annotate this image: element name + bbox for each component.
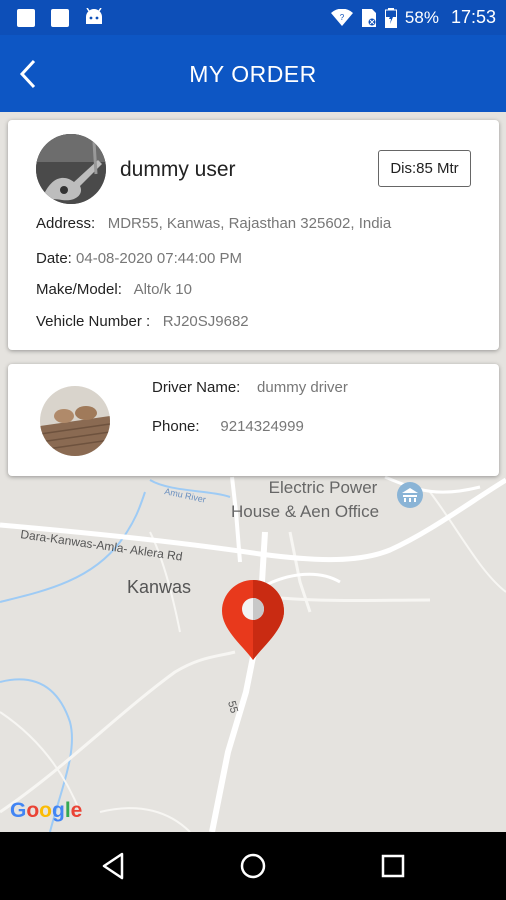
customer-name: dummy user [120,158,236,181]
date-value: 04-08-2020 07:44:00 PM [76,250,242,267]
driver-name-value: dummy driver [257,379,348,396]
notification-square-icon [17,9,35,27]
vehicle-number-value: RJ20SJ9682 [162,313,249,330]
wifi-icon: ? [330,8,353,26]
make-model-label: Make/Model: [36,281,122,298]
driver-card: Driver Name: dummy driver Phone: 9214324… [8,364,499,476]
poi-label-line2: House & Aen Office [231,502,379,521]
bank-poi-icon[interactable] [397,482,423,508]
address-label: Address: [36,215,96,232]
date-row: Date: 04-08-2020 07:44:00 PM [36,250,242,267]
town-label: Kanwas [127,577,191,597]
driver-name-row: Driver Name: dummy driver [152,379,348,396]
android-icon [86,8,102,24]
notification-square-icon [51,9,69,27]
poi-label-line1: Electric Power [269,478,378,497]
no-sim-icon [361,8,376,27]
page-title: MY ORDER [189,61,317,87]
battery-percent: 58% [404,7,439,27]
svg-text:?: ? [340,13,345,22]
app-bar: MY ORDER [0,35,506,112]
make-model-value: Alto/k 10 [133,281,192,298]
make-model-row: Make/Model: Alto/k 10 [36,281,192,298]
battery-icon [384,7,397,28]
vehicle-number-row: Vehicle Number : RJ20SJ9682 [36,313,249,330]
driver-name-label: Driver Name: [152,379,241,396]
nav-back-icon[interactable] [94,846,134,886]
vehicle-number-label: Vehicle Number : [36,313,151,330]
driver-phone-row: Phone: 9214324999 [152,418,304,435]
distance-badge: Dis:85 Mtr [378,150,471,187]
clock: 17:53 [450,7,496,27]
nav-home-icon[interactable] [233,846,273,886]
status-bar: ? 58% 17:53 [0,0,506,35]
address-row: Address: MDR55, Kanwas, Rajasthan 325602… [36,215,391,232]
system-nav-bar [0,832,506,900]
driver-avatar [40,386,110,456]
date-label: Date: [36,250,72,267]
driver-phone-value[interactable]: 9214324999 [220,418,303,435]
order-details-card: dummy user Dis:85 Mtr Address: MDR55, Ka… [8,120,499,350]
driver-phone-label: Phone: [152,418,200,435]
user-avatar [36,134,106,204]
google-logo: Google [10,799,82,822]
nav-recents-icon[interactable] [373,846,413,886]
address-value: MDR55, Kanwas, Rajasthan 325602, India [107,215,392,232]
